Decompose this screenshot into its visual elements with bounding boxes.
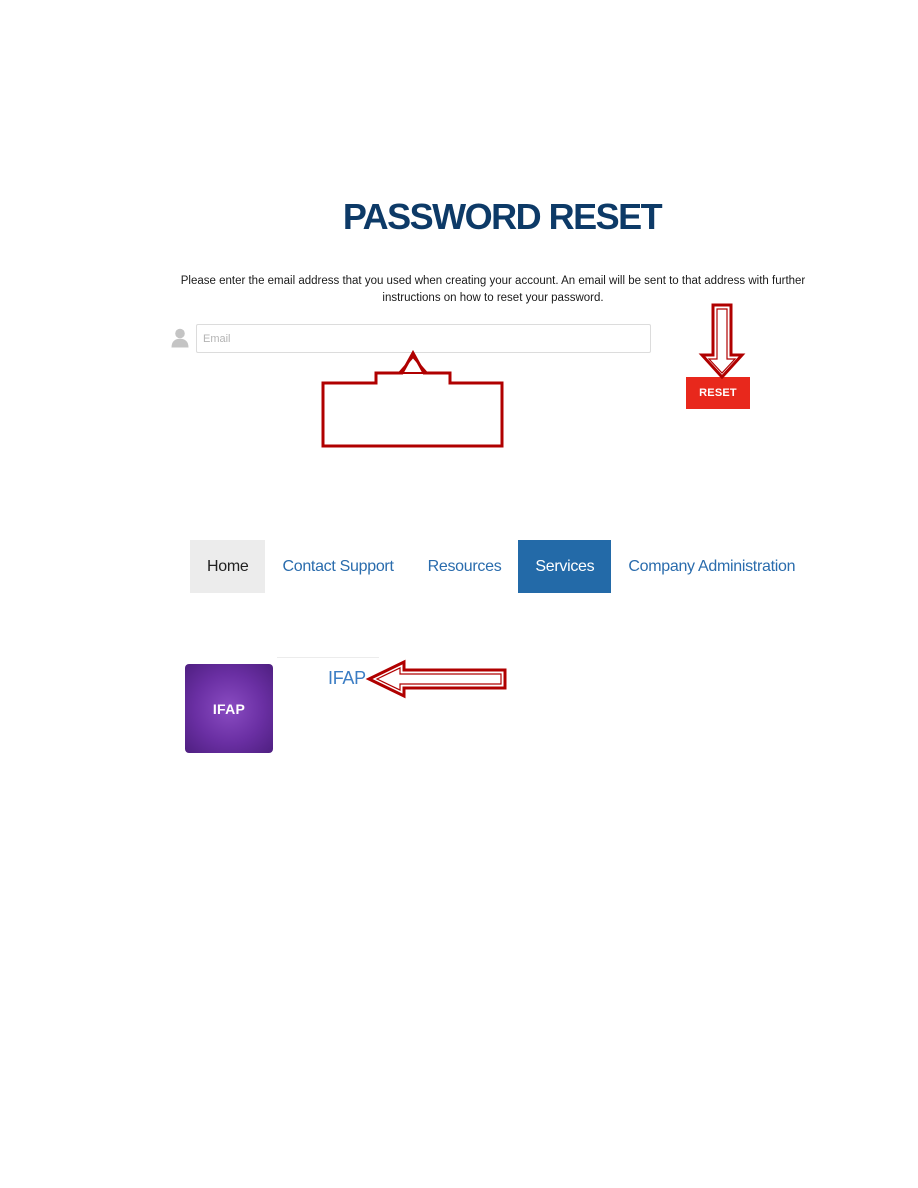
nav-item-resources[interactable]: Resources bbox=[411, 540, 519, 593]
left-arrow bbox=[365, 659, 507, 699]
ifap-link[interactable]: IFAP bbox=[328, 668, 366, 689]
page: PASSWORD RESET Please enter the email ad… bbox=[0, 0, 918, 1188]
up-arrow-callout bbox=[321, 349, 504, 448]
ifap-app-tile[interactable]: IFAP bbox=[185, 664, 273, 753]
nav-item-label: Company Administration bbox=[628, 557, 796, 575]
reset-button[interactable]: RESET bbox=[686, 377, 750, 409]
nav-item-label: Contact Support bbox=[282, 557, 394, 575]
nav-item-company-administration[interactable]: Company Administration bbox=[611, 540, 812, 593]
nav-item-contact-support[interactable]: Contact Support bbox=[265, 540, 410, 593]
user-icon bbox=[171, 328, 189, 348]
nav-item-services[interactable]: Services bbox=[518, 540, 612, 593]
main-nav: Home Contact Support Resources Services … bbox=[190, 540, 812, 593]
page-title: PASSWORD RESET bbox=[342, 196, 663, 237]
down-arrow bbox=[698, 303, 746, 380]
ifap-tile-label: IFAP bbox=[212, 700, 246, 717]
nav-item-label: Services bbox=[535, 557, 595, 575]
nav-item-label: Home bbox=[207, 557, 249, 575]
nav-item-home[interactable]: Home bbox=[190, 540, 266, 593]
nav-item-label: Resources bbox=[427, 557, 502, 575]
divider bbox=[277, 657, 379, 658]
